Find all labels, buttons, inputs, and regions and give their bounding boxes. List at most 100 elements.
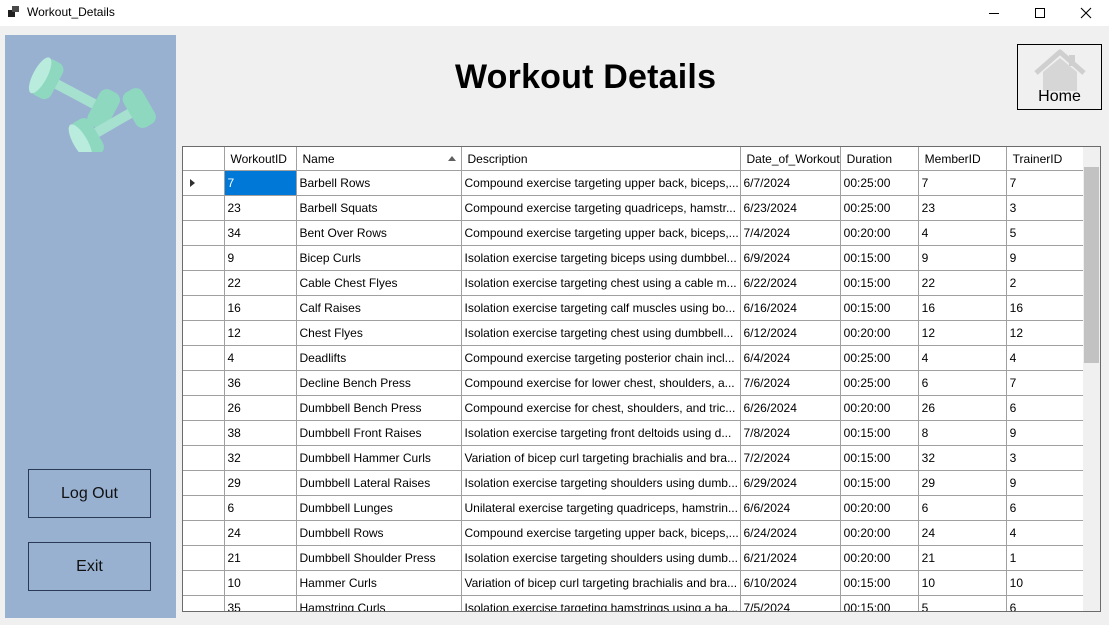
cell-workoutid[interactable]: 22 [224, 270, 297, 296]
row-header[interactable] [183, 595, 225, 611]
cell-workoutid[interactable]: 29 [224, 470, 297, 496]
exit-button[interactable]: Exit [28, 542, 151, 591]
cell-description[interactable]: Unilateral exercise targeting quadriceps… [461, 495, 741, 521]
cell-date[interactable]: 6/12/2024 [740, 320, 841, 346]
cell-memberid[interactable]: 4 [918, 345, 1007, 371]
cell-name[interactable]: Calf Raises [296, 295, 462, 321]
cell-name[interactable]: Decline Bench Press [296, 370, 462, 396]
cell-memberid[interactable]: 29 [918, 470, 1007, 496]
cell-memberid[interactable]: 10 [918, 570, 1007, 596]
cell-memberid[interactable]: 8 [918, 420, 1007, 446]
cell-workoutid[interactable]: 7 [224, 170, 297, 196]
table-row[interactable]: 22 Cable Chest Flyes Isolation exercise ta… [183, 270, 1085, 296]
cell-trainerid[interactable]: 9 [1006, 470, 1085, 496]
cell-trainerid[interactable]: 6 [1006, 395, 1085, 421]
cell-name[interactable]: Dumbbell Rows [296, 520, 462, 546]
cell-description[interactable]: Compound exercise for chest, shoulders, … [461, 395, 741, 421]
cell-workoutid[interactable]: 21 [224, 545, 297, 571]
row-header[interactable] [183, 420, 225, 446]
cell-trainerid[interactable]: 5 [1006, 220, 1085, 246]
cell-name[interactable]: Dumbbell Shoulder Press [296, 545, 462, 571]
cell-trainerid[interactable]: 4 [1006, 345, 1085, 371]
cell-duration[interactable]: 00:20:00 [840, 495, 919, 521]
row-header[interactable] [183, 195, 225, 221]
cell-date[interactable]: 6/26/2024 [740, 395, 841, 421]
cell-name[interactable]: Barbell Squats [296, 195, 462, 221]
cell-description[interactable]: Isolation exercise targeting chest using… [461, 320, 741, 346]
cell-memberid[interactable]: 24 [918, 520, 1007, 546]
cell-workoutid[interactable]: 34 [224, 220, 297, 246]
column-header-date[interactable]: Date_of_Workout [740, 147, 841, 171]
cell-duration[interactable]: 00:15:00 [840, 570, 919, 596]
cell-memberid[interactable]: 12 [918, 320, 1007, 346]
row-header[interactable] [183, 520, 225, 546]
cell-duration[interactable]: 00:20:00 [840, 545, 919, 571]
cell-trainerid[interactable]: 2 [1006, 270, 1085, 296]
table-row[interactable]: 21 Dumbbell Shoulder Press Isolation exerc… [183, 545, 1085, 571]
row-header[interactable] [183, 170, 225, 196]
cell-trainerid[interactable]: 9 [1006, 420, 1085, 446]
table-row[interactable]: 32 Dumbbell Hammer Curls Variation of bice… [183, 445, 1085, 471]
column-header-trainerid[interactable]: TrainerID [1006, 147, 1085, 171]
cell-description[interactable]: Isolation exercise targeting shoulders u… [461, 545, 741, 571]
row-header[interactable] [183, 320, 225, 346]
row-header[interactable] [183, 245, 225, 271]
cell-duration[interactable]: 00:15:00 [840, 420, 919, 446]
table-row[interactable]: 4 Deadlifts Compound exercise targeting po… [183, 345, 1085, 371]
cell-name[interactable]: Dumbbell Hammer Curls [296, 445, 462, 471]
cell-name[interactable]: Dumbbell Front Raises [296, 420, 462, 446]
cell-description[interactable]: Compound exercise targeting upper back, … [461, 520, 741, 546]
table-row[interactable]: 29 Dumbbell Lateral Raises Isolation exerc… [183, 470, 1085, 496]
cell-memberid[interactable]: 6 [918, 495, 1007, 521]
cell-trainerid[interactable]: 16 [1006, 295, 1085, 321]
cell-date[interactable]: 6/6/2024 [740, 495, 841, 521]
cell-name[interactable]: Dumbbell Bench Press [296, 395, 462, 421]
cell-trainerid[interactable]: 6 [1006, 495, 1085, 521]
cell-memberid[interactable]: 7 [918, 170, 1007, 196]
cell-memberid[interactable]: 9 [918, 245, 1007, 271]
cell-date[interactable]: 6/21/2024 [740, 545, 841, 571]
cell-workoutid[interactable]: 24 [224, 520, 297, 546]
cell-date[interactable]: 6/4/2024 [740, 345, 841, 371]
cell-description[interactable]: Compound exercise targeting upper back, … [461, 170, 741, 196]
row-header[interactable] [183, 470, 225, 496]
cell-trainerid[interactable]: 3 [1006, 445, 1085, 471]
cell-description[interactable]: Compound exercise targeting quadriceps, … [461, 195, 741, 221]
cell-workoutid[interactable]: 12 [224, 320, 297, 346]
cell-description[interactable]: Compound exercise for lower chest, shoul… [461, 370, 741, 396]
cell-trainerid[interactable]: 3 [1006, 195, 1085, 221]
cell-name[interactable]: Barbell Rows [296, 170, 462, 196]
cell-workoutid[interactable]: 36 [224, 370, 297, 396]
table-row[interactable]: 6 Dumbbell Lunges Unilateral exercise targ… [183, 495, 1085, 521]
cell-workoutid[interactable]: 6 [224, 495, 297, 521]
cell-workoutid[interactable]: 38 [224, 420, 297, 446]
table-row[interactable]: 9 Bicep Curls Isolation exercise targeting… [183, 245, 1085, 271]
table-row[interactable]: 23 Barbell Squats Compound exercise target… [183, 195, 1085, 221]
cell-trainerid[interactable]: 12 [1006, 320, 1085, 346]
cell-workoutid[interactable]: 10 [224, 570, 297, 596]
row-header[interactable] [183, 445, 225, 471]
cell-duration[interactable]: 00:25:00 [840, 345, 919, 371]
cell-trainerid[interactable]: 7 [1006, 170, 1085, 196]
cell-date[interactable]: 6/10/2024 [740, 570, 841, 596]
cell-duration[interactable]: 00:15:00 [840, 295, 919, 321]
column-header-description[interactable]: Description [461, 147, 741, 171]
cell-duration[interactable]: 00:15:00 [840, 445, 919, 471]
cell-trainerid[interactable]: 6 [1006, 595, 1085, 611]
vertical-scrollbar[interactable] [1083, 147, 1100, 611]
minimize-button[interactable] [971, 0, 1017, 26]
cell-memberid[interactable]: 23 [918, 195, 1007, 221]
cell-duration[interactable]: 00:15:00 [840, 270, 919, 296]
cell-date[interactable]: 6/16/2024 [740, 295, 841, 321]
cell-description[interactable]: Isolation exercise targeting biceps usin… [461, 245, 741, 271]
row-header[interactable] [183, 545, 225, 571]
home-button[interactable]: Home [1017, 44, 1102, 110]
column-header-name[interactable]: Name [296, 147, 462, 171]
cell-description[interactable]: Compound exercise targeting posterior ch… [461, 345, 741, 371]
cell-date[interactable]: 7/5/2024 [740, 595, 841, 611]
column-header-duration[interactable]: Duration [840, 147, 919, 171]
cell-name[interactable]: Cable Chest Flyes [296, 270, 462, 296]
cell-trainerid[interactable]: 9 [1006, 245, 1085, 271]
cell-description[interactable]: Isolation exercise targeting front delto… [461, 420, 741, 446]
cell-trainerid[interactable]: 4 [1006, 520, 1085, 546]
